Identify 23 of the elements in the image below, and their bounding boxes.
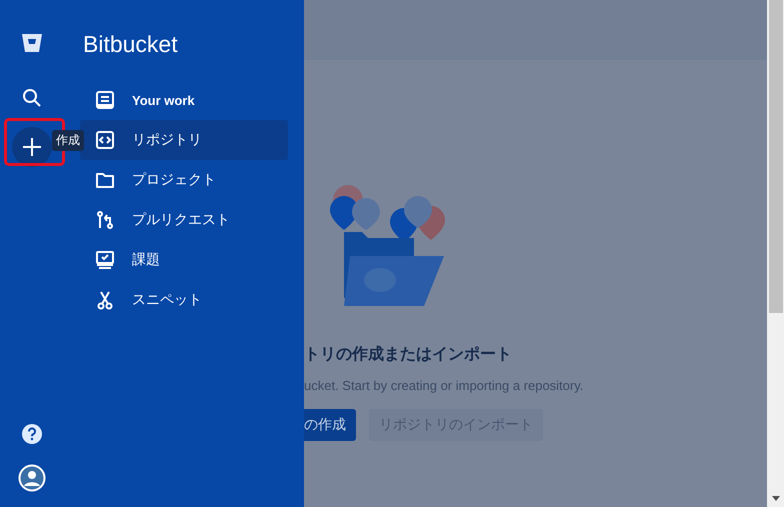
empty-state-title: トリの作成またはインポート	[304, 344, 513, 365]
nav-item[interactable]: Your work	[80, 80, 288, 120]
help-icon[interactable]	[22, 424, 42, 444]
avatar-icon[interactable]	[18, 464, 46, 492]
nav-item[interactable]: プルリクエスト	[80, 200, 288, 240]
search-icon[interactable]	[22, 88, 42, 108]
pr-icon	[94, 209, 116, 231]
empty-state-description: ucket. Start by creating or importing a repository.	[304, 378, 584, 393]
work-icon	[94, 89, 116, 111]
plus-icon	[22, 137, 42, 157]
brand-name: Bitbucket	[83, 30, 178, 58]
nav-item[interactable]: リポジトリ	[80, 120, 288, 160]
create-button[interactable]	[12, 127, 52, 167]
nav-item[interactable]: スニペット	[80, 280, 288, 320]
repo-icon	[94, 129, 116, 151]
logo-icon[interactable]	[20, 31, 44, 55]
nav-item[interactable]: 課題	[80, 240, 288, 280]
nav-item[interactable]: プロジェクト	[80, 160, 288, 200]
issue-icon	[94, 249, 116, 271]
tooltip: 作成	[52, 130, 84, 151]
scroll-down-icon[interactable]	[772, 496, 780, 501]
create-button[interactable]: の作成	[304, 409, 356, 441]
scrollbar[interactable]	[767, 0, 784, 507]
